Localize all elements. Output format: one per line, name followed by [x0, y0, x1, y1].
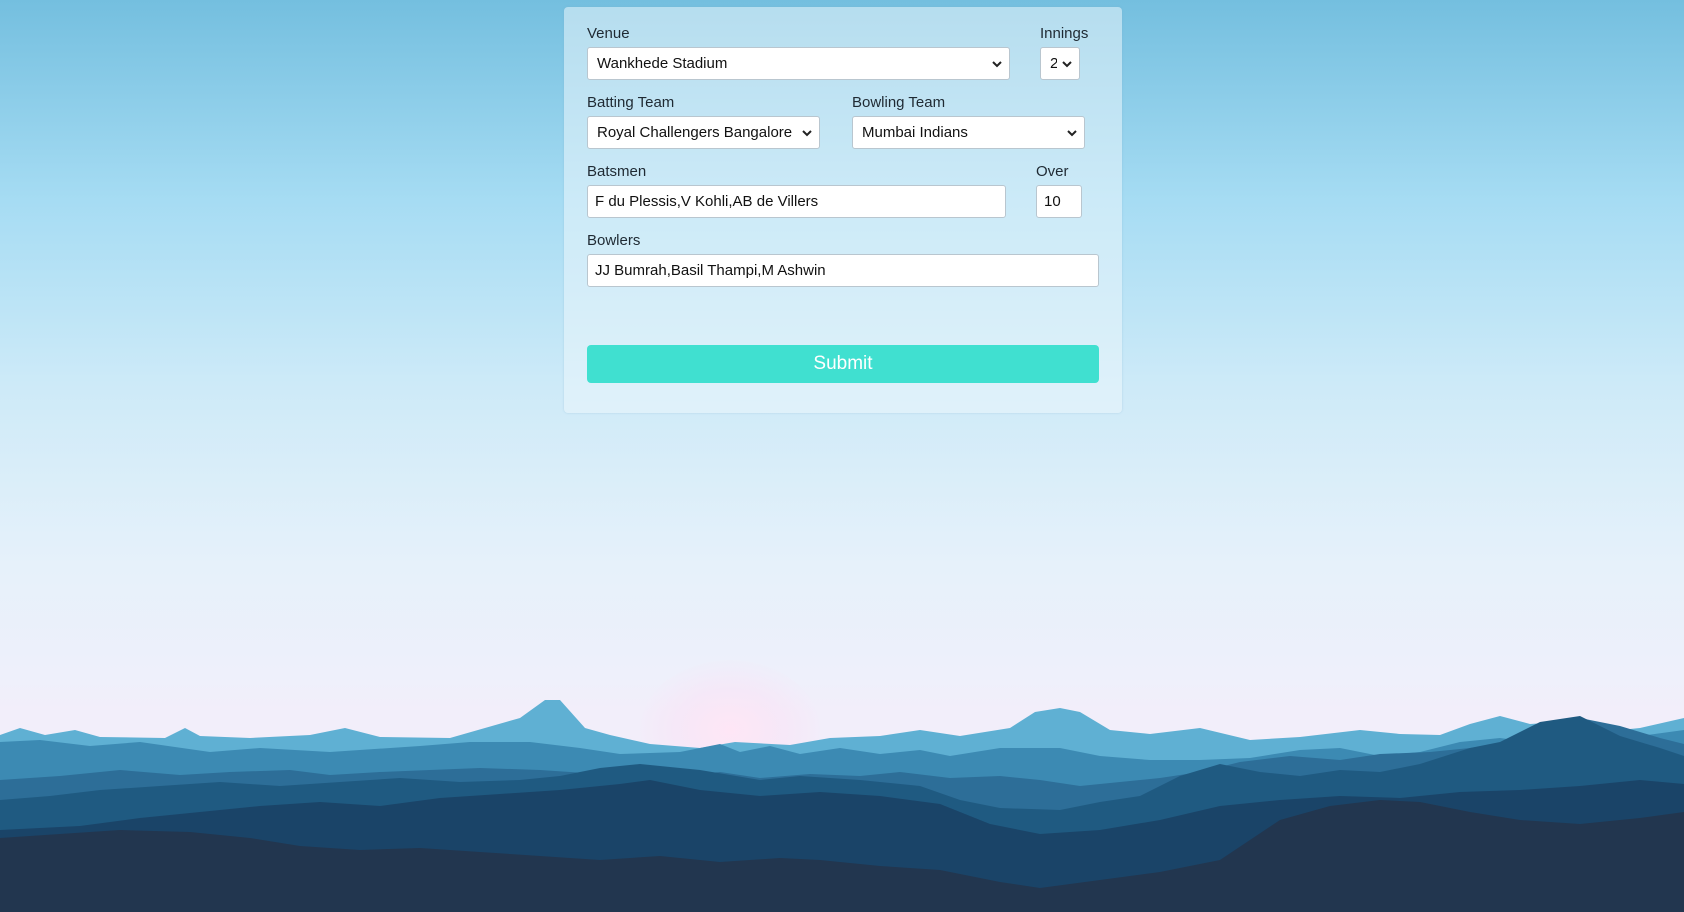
venue-select-value: Wankhede Stadium: [597, 55, 728, 72]
over-input[interactable]: 10: [1036, 185, 1082, 218]
submit-button[interactable]: Submit: [587, 345, 1099, 383]
batsmen-input[interactable]: F du Plessis,V Kohli,AB de Villers: [587, 185, 1006, 218]
innings-label: Innings: [1040, 25, 1089, 42]
over-label: Over: [1036, 163, 1069, 180]
over-input-value: 10: [1044, 193, 1061, 210]
batsmen-input-value: F du Plessis,V Kohli,AB de Villers: [595, 193, 819, 210]
chevron-down-icon: [1062, 61, 1072, 68]
bowlers-input[interactable]: JJ Bumrah,Basil Thampi,M Ashwin: [587, 254, 1099, 287]
bowlers-label: Bowlers: [587, 232, 641, 249]
bowling-team-label: Bowling Team: [852, 94, 946, 111]
bowling-team-select-value: Mumbai Indians: [862, 124, 968, 141]
batting-team-label: Batting Team: [587, 94, 675, 111]
bowlers-input-value: JJ Bumrah,Basil Thampi,M Ashwin: [595, 262, 826, 279]
batting-team-select[interactable]: Royal Challengers Bangalore: [587, 116, 820, 149]
batsmen-label: Batsmen: [587, 163, 647, 180]
chevron-down-icon: [992, 61, 1002, 68]
bowling-team-select[interactable]: Mumbai Indians: [852, 116, 1085, 149]
batting-team-select-value: Royal Challengers Bangalore: [597, 124, 793, 141]
innings-select[interactable]: 2: [1040, 47, 1080, 80]
venue-label: Venue: [587, 25, 630, 42]
innings-select-value: 2: [1050, 55, 1057, 72]
prediction-form: Venue Wankhede Stadium Innings 2 Batting…: [564, 7, 1122, 413]
chevron-down-icon: [802, 130, 812, 137]
page-background: Venue Wankhede Stadium Innings 2 Batting…: [0, 0, 1684, 912]
venue-select[interactable]: Wankhede Stadium: [587, 47, 1010, 80]
chevron-down-icon: [1067, 130, 1077, 137]
